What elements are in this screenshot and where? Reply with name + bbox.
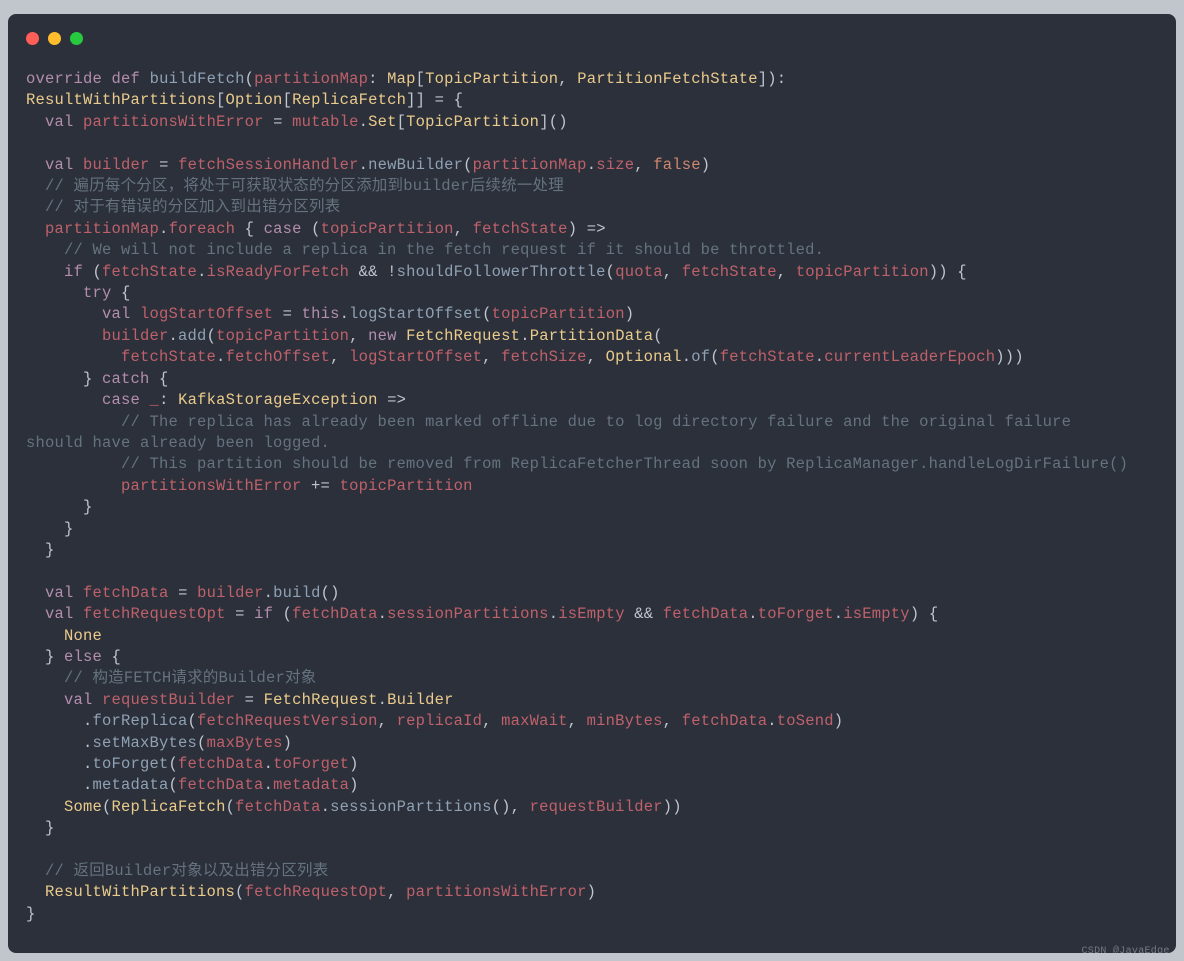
minimize-icon[interactable] bbox=[48, 32, 61, 45]
code-block: override def buildFetch(partitionMap: Ma… bbox=[26, 69, 1158, 925]
maximize-icon[interactable] bbox=[70, 32, 83, 45]
close-icon[interactable] bbox=[26, 32, 39, 45]
code-window: override def buildFetch(partitionMap: Ma… bbox=[8, 14, 1176, 953]
watermark: CSDN @JavaEdge. bbox=[1081, 946, 1176, 957]
code-line: override bbox=[26, 70, 102, 88]
window-controls bbox=[26, 32, 1158, 45]
